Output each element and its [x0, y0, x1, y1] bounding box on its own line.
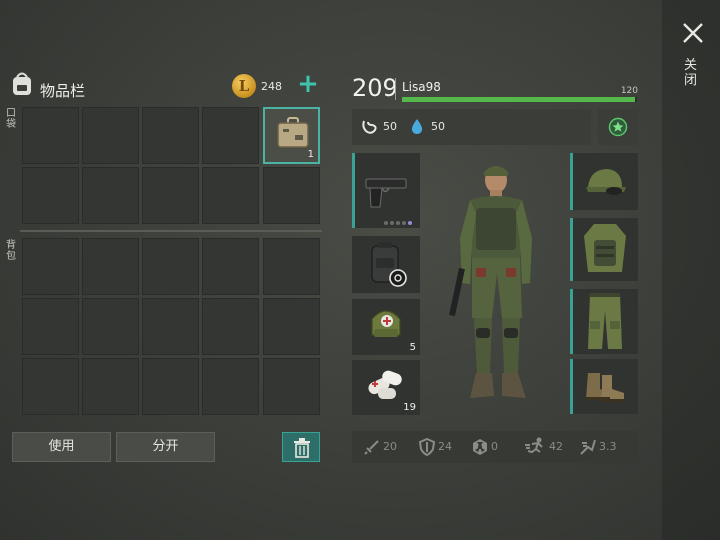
weapon-slot[interactable]: [352, 153, 420, 228]
tactical-backpack-icon: [371, 242, 407, 287]
running-icon: [525, 437, 543, 454]
star-icon: [608, 117, 628, 137]
backpack-slot[interactable]: [202, 238, 259, 295]
ammo-dot: [402, 221, 406, 225]
close-icon[interactable]: [680, 20, 706, 46]
ammo-dot: [384, 221, 388, 225]
speed-value: 42: [549, 440, 563, 453]
body-slot[interactable]: [570, 218, 638, 281]
xp-max: 120: [620, 86, 638, 96]
radiation-icon: [473, 439, 487, 455]
thirst-value: 50: [431, 120, 445, 133]
character-stats-bar: 20 24 0 42 3.3: [352, 431, 638, 463]
backpack-slot[interactable]: [263, 238, 320, 295]
slot-edge: [570, 218, 573, 281]
level-divider: [395, 78, 396, 100]
character-model: [449, 166, 532, 398]
pocket-slot[interactable]: [22, 107, 79, 164]
backpack-slot[interactable]: [142, 298, 199, 355]
item-quantity: 5: [409, 342, 416, 353]
stealth-value: 3.3: [599, 440, 617, 453]
item-quantity: 1: [307, 149, 314, 160]
sword-icon: [364, 440, 379, 455]
backpack-slot[interactable]: [202, 358, 259, 415]
use-button[interactable]: 使用: [12, 432, 111, 462]
ammo-dot: [408, 221, 412, 225]
pocket-label: 口袋: [6, 108, 16, 130]
backpack-slot[interactable]: [142, 238, 199, 295]
ammo-dot: [390, 221, 394, 225]
backpack-slot-equip[interactable]: [352, 236, 420, 293]
close-label[interactable]: 关闭: [684, 58, 698, 88]
coin-count: 248: [261, 80, 282, 93]
military-pants-icon: [588, 293, 622, 349]
military-vest-icon: [584, 224, 626, 272]
pocket-slot[interactable]: [22, 167, 79, 224]
backpack-slot[interactable]: [142, 358, 199, 415]
delete-button[interactable]: [282, 432, 320, 462]
pocket-slot[interactable]: [263, 167, 320, 224]
needs-bar: 50 50: [352, 109, 591, 145]
slot-edge: [570, 153, 573, 210]
pocket-slot[interactable]: [202, 167, 259, 224]
add-coins-button[interactable]: +: [296, 71, 320, 98]
pistol-icon: [365, 178, 407, 208]
backpack-slot[interactable]: [202, 298, 259, 355]
feet-slot[interactable]: [570, 359, 638, 414]
pocket-slot-selected[interactable]: 1: [263, 107, 320, 164]
coin-icon: L: [232, 74, 256, 98]
boots-icon: [586, 373, 624, 402]
stealth-icon: [580, 439, 596, 455]
backpack-slot[interactable]: [22, 298, 79, 355]
defense-value: 24: [438, 440, 452, 453]
shield-icon: [419, 438, 435, 456]
medkit-bag-icon: [371, 310, 401, 337]
backpack-slot[interactable]: [82, 358, 139, 415]
grid-divider: [20, 230, 322, 232]
item-quantity: 19: [403, 402, 416, 413]
backpack-slot[interactable]: [82, 298, 139, 355]
backpack-slot[interactable]: [22, 238, 79, 295]
bandage-icon: [368, 370, 402, 399]
backpack-label: 背包: [6, 240, 16, 262]
backpack-icon: [13, 72, 31, 95]
player-level: 209: [352, 74, 398, 102]
bandage-slot[interactable]: 19: [352, 360, 420, 415]
player-name: Lisa98: [402, 80, 441, 94]
military-cap-icon: [586, 169, 626, 195]
hunger-value: 50: [383, 120, 397, 133]
ammo-dot: [396, 221, 400, 225]
head-slot[interactable]: [570, 153, 638, 210]
pocket-slot[interactable]: [82, 167, 139, 224]
xp-bar: [402, 97, 637, 102]
pocket-slot[interactable]: [142, 107, 199, 164]
medkit-bag-slot[interactable]: 5: [352, 299, 420, 355]
pocket-slot[interactable]: [142, 167, 199, 224]
split-button[interactable]: 分开: [116, 432, 215, 462]
slot-edge: [570, 359, 573, 414]
slot-edge: [570, 289, 573, 354]
trash-icon: [294, 438, 310, 458]
backpack-slot[interactable]: [263, 298, 320, 355]
stomach-icon: [362, 120, 377, 134]
pocket-slot[interactable]: [82, 107, 139, 164]
water-drop-icon: [411, 119, 423, 134]
pocket-slot[interactable]: [202, 107, 259, 164]
backpack-slot[interactable]: [82, 238, 139, 295]
backpack-slot[interactable]: [263, 358, 320, 415]
inventory-title: 物品栏: [40, 82, 86, 100]
skills-button[interactable]: [598, 109, 638, 145]
backpack-slot[interactable]: [22, 358, 79, 415]
toolbox-icon: [277, 117, 309, 148]
slot-edge: [352, 153, 355, 228]
attack-value: 20: [383, 440, 397, 453]
xp-bar-fill: [402, 97, 635, 102]
radiation-value: 0: [491, 440, 498, 453]
legs-slot[interactable]: [570, 289, 638, 354]
